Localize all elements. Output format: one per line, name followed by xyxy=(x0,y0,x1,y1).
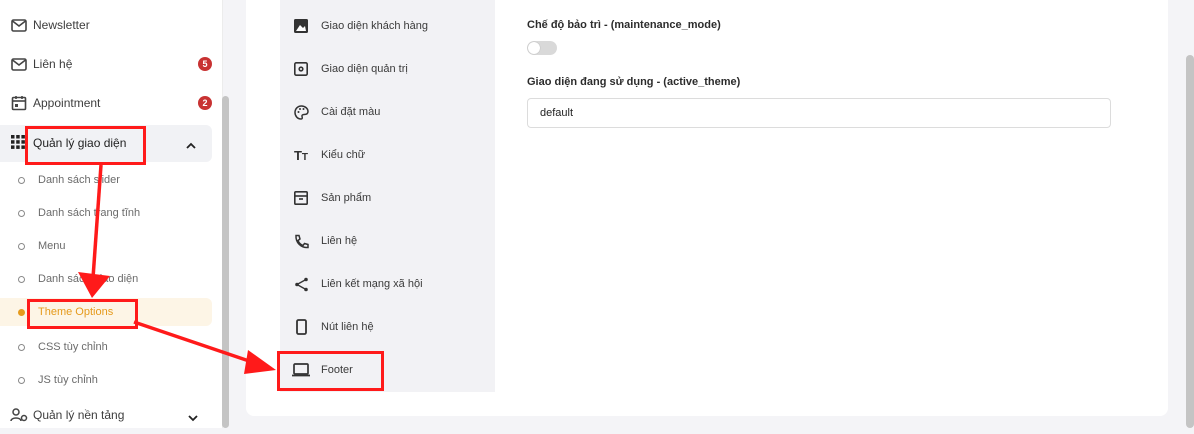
annotation-arrows xyxy=(78,164,276,374)
